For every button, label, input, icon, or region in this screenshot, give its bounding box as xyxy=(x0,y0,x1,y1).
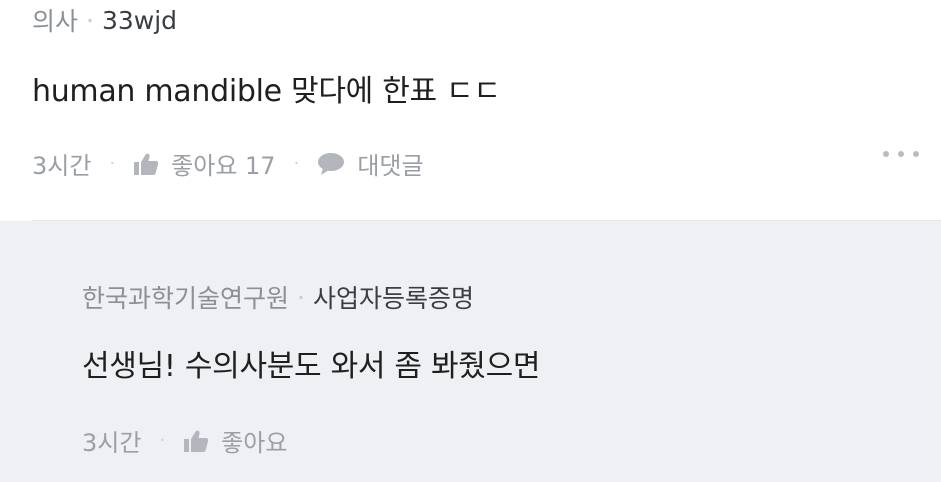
reply-like-button[interactable]: 좋아요 xyxy=(183,423,287,458)
thumbs-up-icon xyxy=(184,430,209,452)
meta-dot: · xyxy=(297,282,305,312)
reply-author-name[interactable]: 한국과학기술연구원 xyxy=(82,279,289,315)
reply-author-detail: 사업자등록증명 xyxy=(312,284,474,313)
like-button[interactable]: 좋아요 17 xyxy=(133,146,276,181)
like-label: 좋아요 17 xyxy=(171,152,276,180)
action-separator: · xyxy=(293,153,300,174)
reply-button[interactable]: 대댓글 xyxy=(317,146,424,181)
action-separator: · xyxy=(109,153,116,174)
comment-author-meta: 의사 · 33wjd xyxy=(32,2,177,38)
comment-timestamp: 3시간 xyxy=(32,152,92,180)
reply-author-meta: 한국과학기술연구원 · 사업자등록증명 xyxy=(82,279,474,315)
comment-author-detail: 33wjd xyxy=(101,5,178,35)
reply-text: 선생님! 수의사분도 와서 좀 봐줬으면 xyxy=(82,349,541,384)
more-dot xyxy=(883,151,889,157)
comment-author-name[interactable]: 의사 xyxy=(32,2,78,38)
more-dot xyxy=(913,151,919,157)
reply-timestamp: 3시간 xyxy=(82,429,142,457)
comment-actions: 3시간 · 좋아요 17 · 대댓글 xyxy=(32,146,424,181)
action-separator: · xyxy=(159,430,166,451)
speech-bubble-icon xyxy=(318,152,345,175)
more-dot xyxy=(898,151,904,157)
reply-actions: 3시간 · 좋아요 xyxy=(82,423,287,458)
reply-like-label: 좋아요 xyxy=(221,429,288,457)
reply-label: 대댓글 xyxy=(357,152,424,180)
thumbs-up-icon xyxy=(134,153,159,175)
comment: 의사 · 33wjd human mandible 맞다에 한표 ㄷㄷ 3시간 … xyxy=(0,0,941,221)
reply: 한국과학기술연구원 · 사업자등록증명 선생님! 수의사분도 와서 좀 봐줬으면… xyxy=(0,221,941,482)
meta-dot: · xyxy=(86,5,94,35)
more-dots-icon[interactable] xyxy=(883,151,919,157)
comment-text: human mandible 맞다에 한표 ㄷㄷ xyxy=(32,74,501,109)
